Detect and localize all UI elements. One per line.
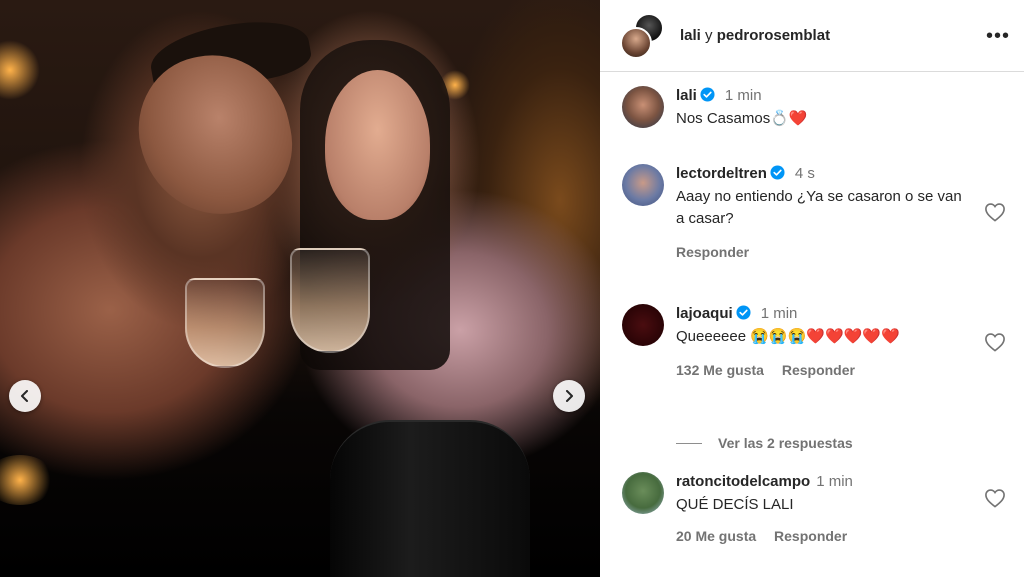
chevron-right-icon[interactable] [553, 380, 585, 412]
verified-badge-icon [736, 305, 751, 320]
comment-time: 1 min [816, 473, 853, 490]
reply-button[interactable]: Responder [782, 362, 855, 378]
photo-scene [0, 0, 600, 577]
comment-username[interactable]: ratoncitodelcampo [676, 473, 810, 490]
heart-outline-icon[interactable] [984, 332, 1006, 352]
comment-text: Nos Casamos💍❤️ [676, 110, 808, 127]
comment-username[interactable]: lectordeltren [676, 165, 767, 182]
author-pedrorosemblat[interactable]: pedrorosemblat [717, 27, 830, 44]
view-replies-label: Ver las 2 respuestas [718, 435, 853, 451]
comments-panel: lali y pedrorosemblat ••• lali 1 min Nos … [600, 0, 1024, 577]
heart-outline-icon[interactable] [984, 202, 1006, 222]
comment-username[interactable]: lali [676, 87, 697, 104]
caption: lali 1 min Nos Casamos💍❤️ [622, 86, 1008, 164]
authors-conjunction: y [705, 27, 713, 44]
comment-text: QUÉ DECÍS LALI [676, 496, 794, 513]
reply-button[interactable]: Responder [676, 244, 749, 260]
chevron-left-icon[interactable] [9, 380, 41, 412]
post-photo [0, 0, 600, 577]
avatar[interactable] [620, 12, 666, 59]
comment-text: Aaay no entiendo ¿Ya se casaron o se van… [676, 188, 962, 227]
verified-badge-icon [770, 165, 785, 180]
comment-username[interactable]: lajoaqui [676, 305, 733, 322]
comment-time: 1 min [760, 305, 798, 322]
like-count[interactable]: 132 Me gusta [676, 362, 764, 378]
avatar[interactable] [622, 86, 664, 128]
bottle [330, 420, 530, 577]
comment-text: Queeeeee 😭😭😭❤️❤️❤️❤️❤️ [676, 328, 900, 345]
post-header: lali y pedrorosemblat ••• [600, 0, 1024, 72]
like-count[interactable]: 20 Me gusta [676, 528, 756, 544]
more-options-icon[interactable]: ••• [986, 26, 1010, 46]
comment: lectordeltren 4 s Aaay no entiendo ¿Ya se… [622, 164, 1008, 304]
reply-button[interactable]: Responder [774, 528, 847, 544]
comment: lajoaqui 1 min Queeeeee 😭😭😭❤️❤️❤️❤️❤️ 132… [622, 304, 1008, 432]
avatar[interactable] [622, 164, 664, 206]
wine-glass [290, 248, 370, 353]
divider [676, 442, 702, 444]
woman-figure [325, 70, 430, 220]
heart-outline-icon[interactable] [984, 488, 1006, 508]
wine-glass [185, 278, 265, 368]
comment-list: lali 1 min Nos Casamos💍❤️ lectordeltren 4 … [600, 72, 1024, 562]
author-lali[interactable]: lali [680, 27, 701, 44]
post-authors: lali y pedrorosemblat [680, 27, 986, 44]
avatar[interactable] [622, 304, 664, 346]
verified-badge-icon [700, 87, 715, 102]
avatar[interactable] [622, 472, 664, 514]
comment: ratoncitodelcampo 1 min QUÉ DECÍS LALI 20… [622, 472, 1008, 562]
comment-time: 1 min [724, 87, 762, 104]
comment-time: 4 s [794, 165, 815, 182]
